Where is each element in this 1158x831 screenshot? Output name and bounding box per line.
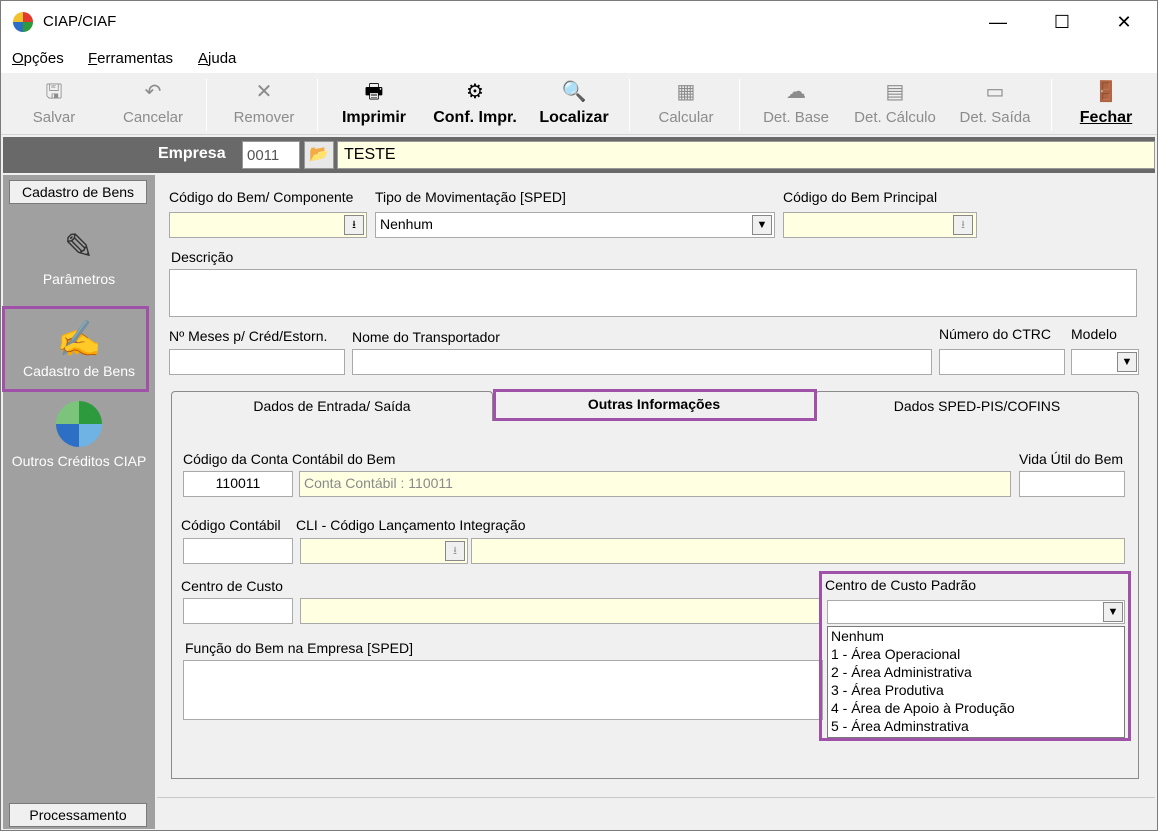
- modelo-label: Modelo: [1071, 326, 1117, 342]
- print-button[interactable]: 🖶 Imprimir: [337, 75, 411, 133]
- tab-dados-sped-pis-cofins[interactable]: Dados SPED-PIS/COFINS: [815, 391, 1139, 421]
- x-icon: ✕: [255, 81, 273, 103]
- company-label: Empresa: [158, 145, 226, 162]
- codigo-principal-label: Código do Bem Principal: [783, 189, 938, 205]
- centro-custo-label: Centro de Custo: [181, 578, 283, 594]
- conta-contabil-code-field[interactable]: 110011: [183, 471, 293, 497]
- remove-button[interactable]: ✕ Remover: [227, 75, 301, 133]
- vida-util-field[interactable]: [1019, 471, 1125, 497]
- meses-label: Nº Meses p/ Créd/Estorn.: [169, 328, 328, 344]
- ctrc-label: Número do CTRC: [939, 326, 1052, 342]
- find-button[interactable]: 🔍 Localizar: [537, 75, 611, 133]
- conta-contabil-desc-field: Conta Contábil : 110011: [299, 471, 1011, 497]
- print-setup-button[interactable]: ⚙ Conf. Impr.: [429, 75, 521, 133]
- funcao-label: Função do Bem na Empresa [SPED]: [185, 640, 413, 656]
- cli-label: CLI - Código Lançamento Integração: [296, 517, 526, 533]
- save-icon: 🖫: [45, 81, 63, 103]
- app-window: CIAP/CIAF — ☐ ✕ Opções Ferramentas Ajuda…: [0, 0, 1158, 831]
- exit-door-icon: 🚪: [1093, 81, 1119, 103]
- app-logo-icon: [13, 12, 33, 32]
- descricao-field[interactable]: [169, 269, 1137, 317]
- detail-exit-icon: ▭: [985, 81, 1005, 103]
- cli-dropdown-icon[interactable]: ⭳: [445, 541, 465, 561]
- title-bar: CIAP/CIAF — ☐ ✕: [1, 1, 1157, 43]
- menu-ajuda[interactable]: Ajuda: [198, 50, 236, 67]
- open-folder-icon[interactable]: 📂: [304, 141, 334, 169]
- funcao-field[interactable]: [183, 660, 823, 720]
- menu-bar: Opções Ferramentas Ajuda: [1, 43, 1157, 73]
- modelo-chevron-down-icon[interactable]: ▼: [1117, 352, 1137, 372]
- transportador-label: Nome do Transportador: [352, 329, 500, 345]
- maximize-button[interactable]: ☐: [1039, 1, 1085, 43]
- sidebar: Cadastro de Bens ✎ Parâmetros ✍ Cadastro…: [3, 175, 155, 829]
- cancel-button[interactable]: ↶ Cancelar: [117, 75, 189, 133]
- detail-base-icon: ☁: [786, 81, 806, 103]
- close-button[interactable]: ✕: [1101, 1, 1147, 43]
- parameters-icon: ✎: [63, 226, 95, 267]
- sidebar-footer-processamento[interactable]: Processamento: [9, 803, 147, 827]
- conta-contabil-label: Código da Conta Contábil do Bem: [183, 451, 396, 467]
- codigo-bem-dropdown-icon[interactable]: ⭳: [344, 215, 364, 235]
- print-settings-icon: ⚙: [466, 81, 484, 103]
- detail-calc-icon: ▤: [885, 81, 905, 103]
- tab-dados-entrada-saida[interactable]: Dados de Entrada/ Saída: [171, 391, 493, 421]
- tipo-mov-label: Tipo de Movimentação [SPED]: [375, 189, 566, 205]
- vida-util-label: Vida Útil do Bem: [1019, 451, 1124, 467]
- detail-calc-button[interactable]: ▤ Det. Cálculo: [847, 75, 943, 133]
- detail-base-button[interactable]: ☁ Det. Base: [757, 75, 835, 133]
- menu-opcoes[interactable]: Opções: [12, 50, 64, 67]
- find-icon: 🔍: [561, 81, 587, 103]
- window-title: CIAP/CIAF: [43, 13, 117, 30]
- codigo-principal-dropdown-icon[interactable]: ⭳: [953, 215, 973, 235]
- toolbar: 🖫 Salvar ↶ Cancelar ✕ Remover 🖶 Imprimir…: [1, 73, 1157, 135]
- calculate-icon: ▦: [676, 81, 696, 103]
- centro-padrao-highlight: [819, 571, 1131, 741]
- detail-exit-button[interactable]: ▭ Det. Saída: [955, 75, 1035, 133]
- minimize-button[interactable]: —: [975, 1, 1021, 43]
- sidebar-item-outros-creditos[interactable]: Outros Créditos CIAP: [3, 401, 155, 469]
- menu-ferramentas[interactable]: Ferramentas: [88, 50, 173, 67]
- save-button[interactable]: 🖫 Salvar: [23, 75, 85, 133]
- centro-custo-desc-field: [300, 598, 820, 624]
- undo-icon: ↶: [144, 81, 162, 103]
- sidebar-highlight: [2, 306, 149, 392]
- transportador-field[interactable]: [352, 349, 932, 375]
- meses-field[interactable]: [169, 349, 345, 375]
- sidebar-header[interactable]: Cadastro de Bens: [9, 180, 147, 204]
- company-name-field: TESTE: [337, 141, 1155, 169]
- cli-code-field[interactable]: [300, 538, 468, 564]
- other-credits-icon: [56, 401, 102, 447]
- codigo-contabil-label: Código Contábil: [181, 517, 281, 533]
- company-code-field[interactable]: 0011: [242, 141, 300, 169]
- cli-desc-field: [471, 538, 1125, 564]
- company-bar: Empresa 0011 📂 TESTE: [3, 137, 1155, 173]
- codigo-bem-field[interactable]: [169, 212, 367, 238]
- close-window-button[interactable]: 🚪 Fechar: [1073, 75, 1139, 133]
- centro-custo-field[interactable]: [183, 598, 293, 624]
- tipo-mov-select[interactable]: Nenhum: [375, 212, 775, 238]
- sidebar-item-parametros[interactable]: ✎ Parâmetros: [3, 223, 155, 287]
- tipo-mov-chevron-down-icon[interactable]: ▼: [752, 215, 772, 235]
- tab-highlight: [493, 389, 817, 421]
- codigo-principal-field[interactable]: [783, 212, 977, 238]
- printer-icon: 🖶: [364, 81, 384, 103]
- ctrc-field[interactable]: [939, 349, 1065, 375]
- codigo-bem-label: Código do Bem/ Componente: [169, 189, 354, 205]
- calculate-button[interactable]: ▦ Calcular: [651, 75, 721, 133]
- codigo-contabil-field[interactable]: [183, 538, 293, 564]
- descricao-label: Descrição: [171, 249, 234, 265]
- status-bar: [157, 797, 1155, 829]
